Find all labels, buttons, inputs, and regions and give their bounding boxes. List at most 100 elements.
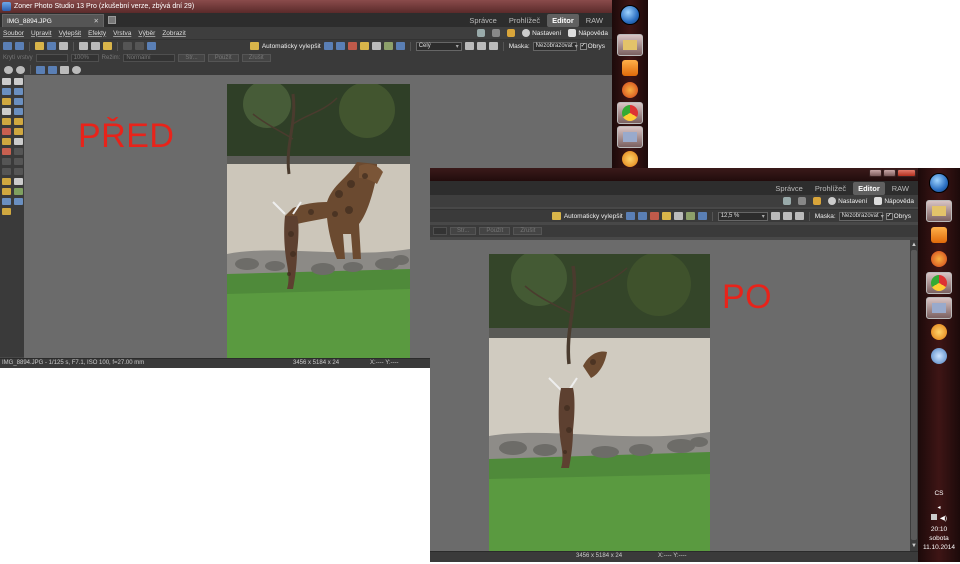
clipboard-icon[interactable] [103, 42, 112, 50]
fit-icon[interactable] [770, 212, 780, 220]
tab-spravce[interactable]: Správce [464, 14, 502, 27]
light-icon[interactable] [359, 42, 369, 50]
dodge-icon[interactable] [14, 148, 23, 155]
help-button[interactable]: Nápověda [874, 197, 914, 205]
split-view-icon[interactable] [488, 42, 498, 50]
rotate-left-icon[interactable] [123, 42, 132, 50]
auto-enhance-icon[interactable] [249, 42, 259, 50]
layers-icon[interactable] [14, 198, 23, 205]
volume-icon[interactable]: ◀) [940, 515, 947, 522]
print-toolbar-icon[interactable] [59, 42, 68, 50]
burn-icon[interactable] [2, 158, 11, 165]
photo-viewer-icon[interactable] [926, 297, 952, 319]
print-icon[interactable] [492, 29, 501, 37]
select-tool-icon[interactable] [2, 88, 11, 95]
blend-mode-select[interactable]: Normální [123, 54, 176, 62]
outline-checkbox[interactable]: ✓ Obrys [579, 42, 605, 50]
lasso-icon[interactable] [14, 98, 23, 105]
settings-icon[interactable] [926, 345, 952, 367]
rotate-right-icon[interactable] [135, 42, 144, 50]
curves-icon[interactable] [637, 212, 647, 220]
curves-icon[interactable] [335, 42, 345, 50]
retouch-icon[interactable] [14, 118, 23, 125]
scroll-down-icon[interactable]: ▼ [911, 543, 917, 549]
mask-select[interactable]: Nezobrazovat ▾ [838, 211, 884, 221]
firefox-icon[interactable] [926, 248, 952, 270]
light-icon[interactable] [661, 212, 671, 220]
gradient-icon[interactable] [2, 178, 11, 185]
save-icon[interactable] [47, 42, 56, 50]
split-view-icon[interactable] [794, 212, 804, 220]
mask-select[interactable]: Nezobrazovat ▾ [532, 41, 578, 51]
magnifier-icon[interactable] [72, 65, 81, 74]
copy-icon[interactable] [79, 42, 88, 50]
share-icon[interactable] [507, 29, 516, 37]
image-icon[interactable] [383, 42, 393, 50]
image-icon[interactable] [685, 212, 695, 220]
str-button[interactable]: Str... [450, 227, 477, 235]
actual-size-icon[interactable] [476, 42, 486, 50]
settings-button[interactable]: Nastavení [522, 29, 561, 37]
close-tab-icon[interactable]: ✕ [94, 17, 99, 25]
new-tab-icon[interactable] [108, 16, 116, 24]
straighten-icon[interactable] [2, 108, 11, 115]
zoom-out-icon[interactable] [16, 65, 25, 74]
fill-icon[interactable] [14, 178, 23, 185]
pan-icon[interactable] [60, 65, 69, 74]
str-button[interactable]: Str... [178, 54, 205, 62]
eraser-icon[interactable] [14, 138, 23, 145]
hand-tool-icon[interactable] [14, 78, 23, 85]
opacity-slider[interactable] [35, 54, 68, 62]
export-icon[interactable] [697, 212, 707, 220]
help-button[interactable]: Nápověda [568, 29, 608, 37]
flip-icon[interactable] [147, 42, 156, 50]
zoom-in-icon[interactable] [4, 65, 13, 74]
tab-raw[interactable]: RAW [887, 182, 914, 195]
open-icon[interactable] [35, 42, 44, 50]
monitor-icon[interactable] [783, 197, 792, 205]
clone-stamp-icon[interactable] [14, 128, 23, 135]
opacity-field[interactable]: 100% [70, 54, 99, 62]
clock-date[interactable]: 11.10.2014 [919, 544, 959, 551]
zoom-tool-icon[interactable] [2, 78, 11, 85]
print-icon[interactable] [798, 197, 807, 205]
tab-spravce[interactable]: Správce [770, 182, 808, 195]
minimize-icon[interactable] [869, 169, 882, 177]
effects-tool-icon[interactable] [2, 208, 11, 215]
network-icon[interactable] [930, 514, 937, 520]
outline-checkbox[interactable]: ✓ Obrys [885, 212, 911, 220]
color-icon[interactable] [347, 42, 357, 50]
redo-icon[interactable] [15, 42, 24, 50]
close-icon[interactable] [897, 169, 916, 177]
auto-enhance-button[interactable]: Automaticky vylepšit [262, 43, 321, 50]
menu-vylepsit[interactable]: Vylepšit [59, 30, 82, 37]
opacity-field[interactable] [433, 227, 447, 235]
export-icon[interactable] [395, 42, 405, 50]
clock-day[interactable]: sobota [919, 535, 959, 542]
media-player-icon[interactable] [926, 224, 952, 246]
apply-button[interactable]: Použít [207, 54, 239, 62]
scroll-up-icon[interactable]: ▲ [911, 242, 917, 248]
windows-orb-icon[interactable] [926, 172, 952, 194]
auto-enhance-icon[interactable] [551, 212, 561, 220]
windows-orb-icon[interactable] [617, 4, 643, 26]
settings-button[interactable]: Nastavení [828, 197, 867, 205]
title-bar[interactable] [430, 168, 918, 181]
firefox-icon[interactable] [617, 79, 643, 101]
shape-tool-icon[interactable] [14, 168, 23, 175]
crop-tool-icon[interactable] [14, 88, 23, 95]
cancel-button[interactable]: Zrušit [513, 227, 543, 235]
sharpen-icon[interactable] [673, 212, 683, 220]
chrome-icon[interactable] [926, 272, 952, 294]
perspective-icon[interactable] [14, 108, 23, 115]
levels-icon[interactable] [323, 42, 333, 50]
apply-button[interactable]: Použít [479, 227, 511, 235]
fit-icon[interactable] [464, 42, 474, 50]
color-icon[interactable] [649, 212, 659, 220]
actual-size-icon[interactable] [782, 212, 792, 220]
image-canvas[interactable]: PO [430, 240, 910, 551]
file-explorer-icon[interactable] [617, 34, 643, 56]
media-player-icon[interactable] [617, 57, 643, 79]
magic-wand-icon[interactable] [2, 98, 11, 105]
pencil-icon[interactable] [2, 138, 11, 145]
